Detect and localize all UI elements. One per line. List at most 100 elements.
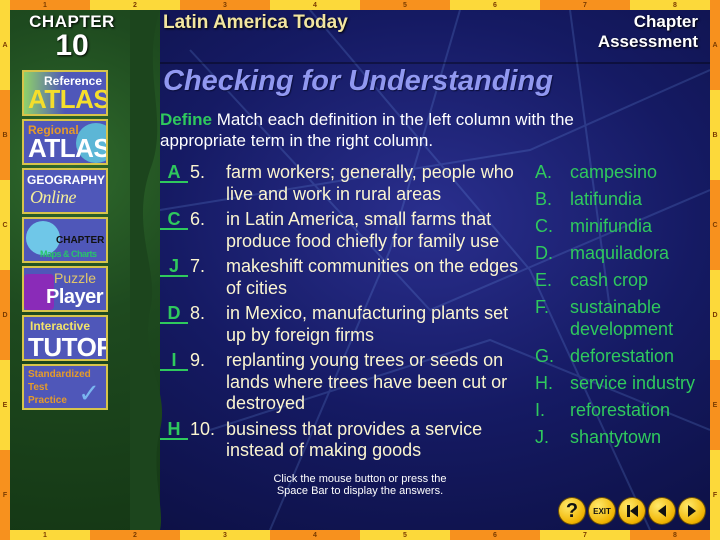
ruler-row: A bbox=[0, 0, 10, 90]
ruler-row: F bbox=[710, 450, 720, 540]
term-word: latifundia bbox=[570, 189, 643, 209]
term-letter: A. bbox=[535, 162, 553, 182]
regional-atlas-button[interactable]: Regional ATLAS bbox=[22, 119, 108, 165]
term-word: cash crop bbox=[570, 270, 649, 290]
book-title: Latin America Today bbox=[163, 12, 348, 33]
ruler-row: D bbox=[710, 270, 720, 360]
ruler-col: 6 bbox=[450, 530, 540, 540]
term-word: sustainable development bbox=[570, 297, 674, 339]
section-title-line2: Assessment bbox=[597, 32, 698, 51]
ruler-col: 3 bbox=[180, 0, 270, 10]
term-word: campesino bbox=[570, 162, 658, 182]
definition-text: farm workers; generally, people who live… bbox=[226, 162, 514, 204]
item-number: 8. bbox=[190, 303, 206, 323]
ruler-col: 2 bbox=[90, 0, 180, 10]
help-button[interactable]: ? bbox=[559, 498, 585, 524]
slide[interactable]: CHAPTER 10 Latin America Today Chapter A… bbox=[10, 10, 710, 530]
header-divider bbox=[160, 62, 710, 64]
previous-slide-button[interactable] bbox=[649, 498, 675, 524]
answer-blank[interactable]: H bbox=[160, 419, 188, 440]
term-letter: F. bbox=[535, 297, 550, 317]
interactive-tutor-button[interactable]: Interactive TUTOR bbox=[22, 315, 108, 361]
section-title-line1: Chapter bbox=[633, 12, 698, 31]
skip-to-start-icon bbox=[627, 505, 638, 517]
reference-atlas-button[interactable]: Reference ATLAS bbox=[22, 70, 108, 116]
chapter-number: 10 bbox=[55, 29, 89, 62]
ruler-col: 3 bbox=[180, 530, 270, 540]
ruler-col: 4 bbox=[270, 0, 360, 10]
frame-left-ruler: A B C D E F bbox=[0, 0, 10, 540]
term-word: maquiladora bbox=[570, 243, 670, 263]
item-number: 9. bbox=[190, 350, 206, 370]
term-item: A. campesino bbox=[535, 162, 705, 184]
term-letter: H. bbox=[535, 372, 553, 393]
first-slide-button[interactable] bbox=[619, 498, 645, 524]
chapter-maps-charts-button[interactable]: CHAPTER Maps & Charts bbox=[22, 217, 108, 263]
definition-text: business that provides a service instead… bbox=[226, 418, 483, 461]
button-label-main: TUTOR bbox=[28, 332, 108, 361]
ruler-col: 1 bbox=[0, 0, 90, 10]
item-number: 10. bbox=[190, 418, 216, 439]
answer-blank[interactable]: I bbox=[160, 350, 188, 371]
triangle-right-icon bbox=[688, 505, 696, 517]
exit-button[interactable]: EXIT bbox=[589, 498, 615, 524]
term-item: F. sustainable development bbox=[535, 297, 705, 340]
navigation-controls: ? EXIT bbox=[559, 498, 705, 524]
term-item: I. reforestation bbox=[535, 400, 705, 422]
next-slide-button[interactable] bbox=[679, 498, 705, 524]
term-word: reforestation bbox=[570, 399, 671, 420]
answer-blank[interactable]: C bbox=[160, 209, 188, 230]
term-letter: J. bbox=[535, 426, 550, 447]
term-item: J. shantytown bbox=[535, 427, 705, 449]
geography-online-button[interactable]: GEOGRAPHY Online bbox=[22, 168, 108, 214]
ruler-row: C bbox=[710, 180, 720, 270]
term-word: minifundia bbox=[570, 216, 653, 236]
triangle-left-icon bbox=[658, 505, 666, 517]
ruler-col: 7 bbox=[540, 530, 630, 540]
checkmark-icon: ✓ bbox=[78, 378, 100, 408]
instruction-label: Define bbox=[160, 110, 212, 129]
button-label-top: Standardized Test Practice bbox=[28, 369, 91, 406]
ruler-col: 2 bbox=[90, 530, 180, 540]
ruler-col: 8 bbox=[630, 530, 720, 540]
button-label-main: ATLAS bbox=[28, 133, 108, 163]
term-item: B. latifundia bbox=[535, 189, 705, 211]
button-label-top: Puzzle bbox=[54, 270, 97, 286]
ruler-col: 7 bbox=[540, 0, 630, 10]
section-title: Chapter Assessment bbox=[598, 12, 698, 52]
term-letter: B. bbox=[535, 189, 553, 209]
chapter-badge: CHAPTER 10 bbox=[22, 10, 122, 64]
term-letter: D. bbox=[535, 243, 553, 263]
ruler-col: 4 bbox=[270, 530, 360, 540]
term-word: shantytown bbox=[570, 426, 662, 447]
question-mark-icon: ? bbox=[565, 499, 579, 522]
frame-bottom-ruler: 1 2 3 4 5 6 7 8 bbox=[0, 530, 720, 540]
frame-top-ruler: 1 2 3 4 5 6 7 8 bbox=[0, 0, 720, 10]
puzzle-player-button[interactable]: Puzzle Player bbox=[22, 266, 108, 312]
term-item: H. service industry bbox=[535, 373, 705, 395]
definition-item: C 6. in Latin America, small farms that … bbox=[160, 209, 520, 252]
term-list: A. campesino B. latifundia C. minifundia D.… bbox=[535, 162, 705, 454]
answer-blank[interactable]: A bbox=[160, 162, 188, 183]
definition-text: in Latin America, small farms that produ… bbox=[226, 209, 500, 251]
definition-list: A 5. farm workers; generally, people who… bbox=[160, 162, 520, 466]
button-label-top: CHAPTER bbox=[56, 235, 105, 246]
term-item: E. cash crop bbox=[535, 270, 705, 292]
frame-right-ruler: A B C D E F bbox=[710, 0, 720, 540]
definition-item: I 9. replanting young trees or seeds on … bbox=[160, 350, 520, 415]
definition-text: in Mexico, manufacturing plants set up b… bbox=[226, 303, 509, 345]
ruler-col: 5 bbox=[360, 530, 450, 540]
definition-text: makeshift communities on the edges of ci… bbox=[226, 256, 519, 298]
button-label-main: Maps & Charts bbox=[40, 249, 97, 259]
ruler-row: A bbox=[710, 0, 720, 90]
term-letter: E. bbox=[535, 270, 553, 290]
ruler-col: 6 bbox=[450, 0, 540, 10]
ruler-row: F bbox=[0, 450, 10, 540]
button-label-top: GEOGRAPHY bbox=[27, 173, 106, 187]
answer-blank[interactable]: D bbox=[160, 303, 188, 324]
definition-item: A 5. farm workers; generally, people who… bbox=[160, 162, 520, 205]
button-label-main: ATLAS bbox=[28, 84, 108, 114]
answer-blank[interactable]: J bbox=[160, 256, 188, 277]
ruler-col: 8 bbox=[630, 0, 720, 10]
standardized-test-practice-button[interactable]: Standardized Test Practice ✓ bbox=[22, 364, 108, 410]
